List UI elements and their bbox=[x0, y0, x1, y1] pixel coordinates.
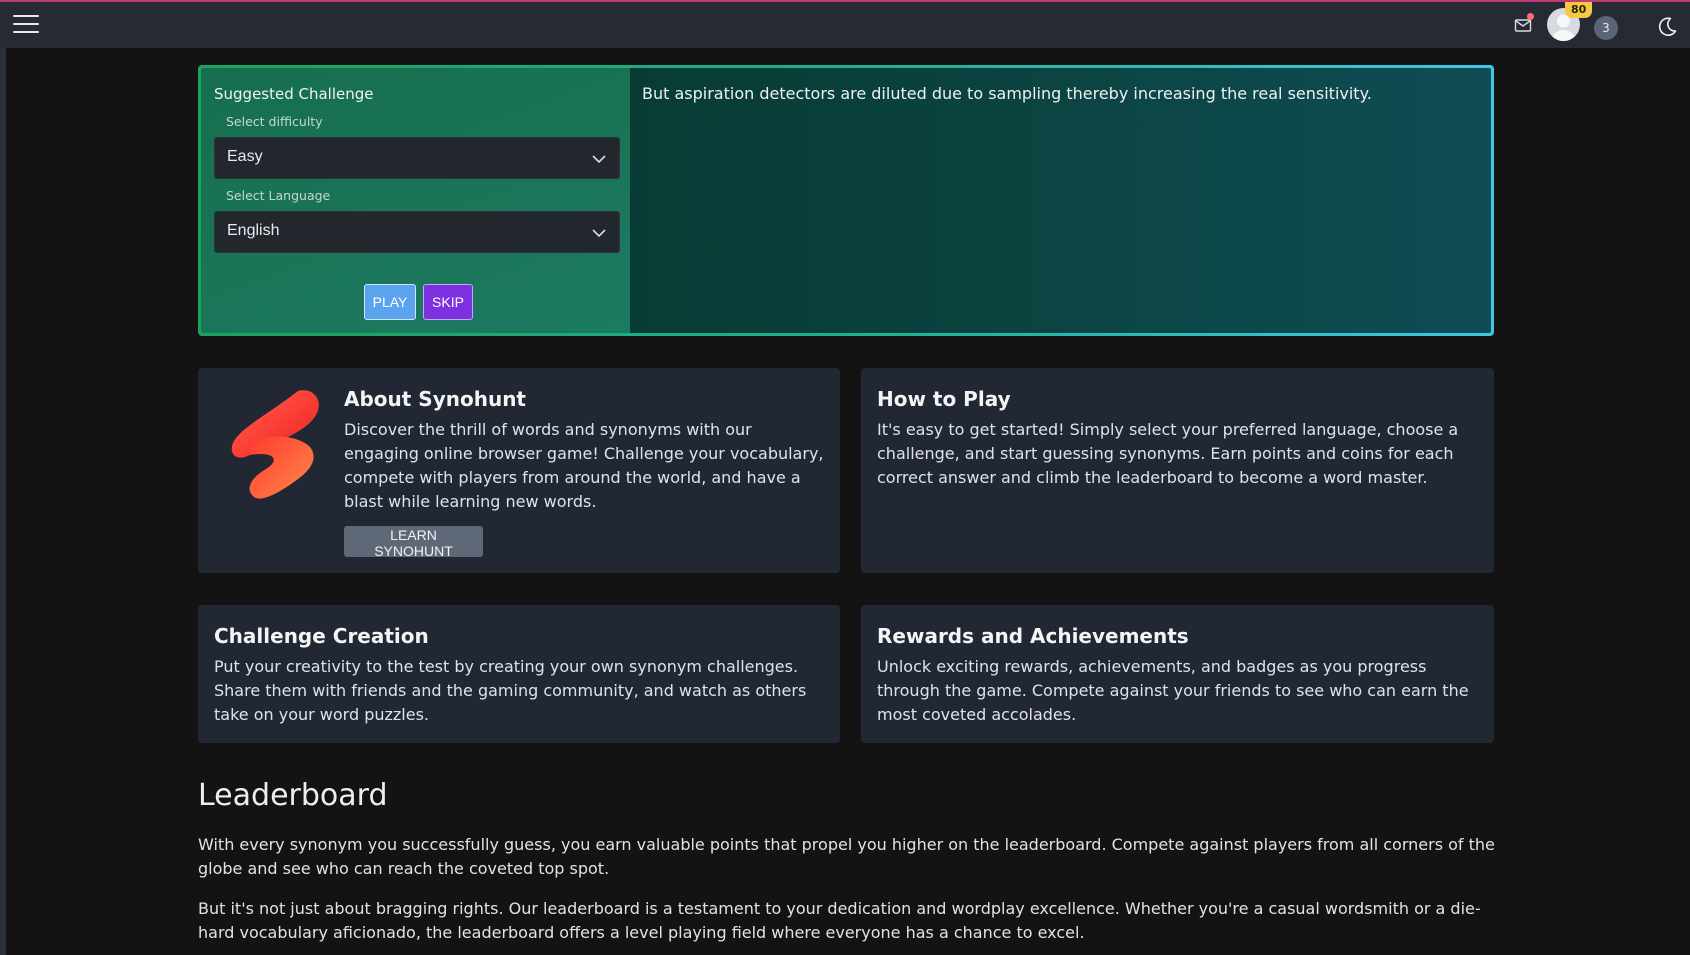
leaderboard-paragraph-1: With every synonym you successfully gues… bbox=[198, 835, 1495, 878]
challenge-creation-card: Challenge Creation Put your creativity t… bbox=[198, 605, 840, 743]
synohunt-logo bbox=[231, 390, 319, 499]
language-value: English bbox=[227, 222, 280, 239]
suggested-challenge-panel: Suggested Challenge Select difficulty Ea… bbox=[198, 65, 1494, 336]
chevron-down-icon bbox=[592, 155, 606, 164]
challenge-title: Suggested Challenge bbox=[214, 85, 374, 103]
top-bar: 80 3 bbox=[0, 0, 1690, 48]
count-badge[interactable]: 3 bbox=[1594, 16, 1618, 40]
how-to-play-title: How to Play bbox=[877, 387, 1011, 411]
difficulty-select[interactable]: Easy bbox=[214, 137, 620, 179]
difficulty-label: Select difficulty bbox=[226, 114, 323, 129]
left-edge bbox=[0, 0, 6, 955]
coin-badge: 80 bbox=[1565, 2, 1593, 18]
challenge-controls: Suggested Challenge Select difficulty Ea… bbox=[201, 68, 630, 333]
difficulty-value: Easy bbox=[227, 148, 263, 165]
how-to-play-text: It's easy to get started! Simply select … bbox=[877, 420, 1459, 487]
menu-icon[interactable] bbox=[13, 15, 39, 37]
unread-dot bbox=[1527, 13, 1534, 20]
challenge-sentence[interactable]: But aspiration detectors are diluted due… bbox=[642, 84, 1372, 103]
challenge-sentence-area: But aspiration detectors are diluted due… bbox=[630, 68, 1491, 333]
language-label: Select Language bbox=[226, 188, 331, 203]
challenge-creation-text: Put your creativity to the test by creat… bbox=[214, 657, 807, 724]
learn-synohunt-button[interactable]: LEARN SYNOHUNT bbox=[344, 526, 483, 559]
about-text: Discover the thrill of words and synonym… bbox=[344, 420, 824, 511]
moon-icon[interactable] bbox=[1656, 16, 1678, 38]
rewards-title: Rewards and Achievements bbox=[877, 624, 1189, 648]
challenge-creation-title: Challenge Creation bbox=[214, 624, 429, 648]
skip-button[interactable]: SKIP bbox=[423, 284, 473, 320]
leaderboard-paragraph-2: But it's not just about bragging rights.… bbox=[198, 899, 1481, 942]
rewards-card: Rewards and Achievements Unlock exciting… bbox=[861, 605, 1494, 743]
rewards-text: Unlock exciting rewards, achievements, a… bbox=[877, 657, 1469, 724]
leaderboard-title: Leaderboard bbox=[198, 778, 388, 813]
how-to-play-card: How to Play It's easy to get started! Si… bbox=[861, 368, 1494, 573]
play-button[interactable]: PLAY bbox=[364, 284, 416, 320]
about-card: About Synohunt Discover the thrill of wo… bbox=[198, 368, 840, 573]
language-select[interactable]: English bbox=[214, 211, 620, 253]
chevron-down-icon bbox=[592, 229, 606, 238]
about-title: About Synohunt bbox=[344, 387, 526, 411]
